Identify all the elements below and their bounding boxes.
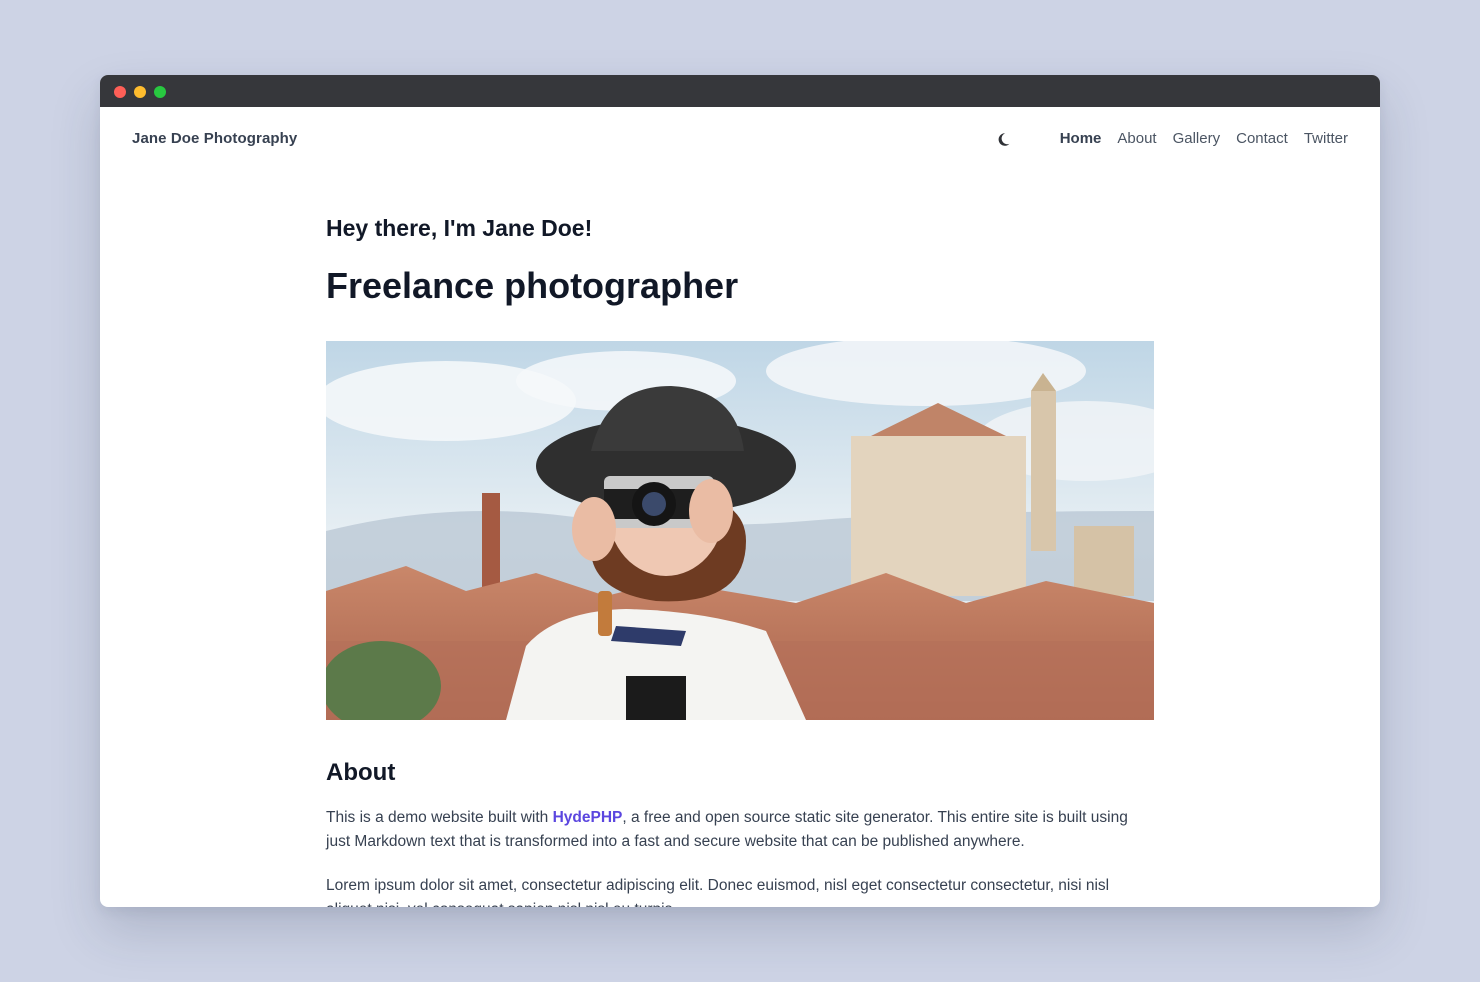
close-window-button[interactable]	[114, 86, 126, 98]
main-navigation: Home About Gallery Contact Twitter	[1060, 130, 1348, 147]
nav-link-twitter[interactable]: Twitter	[1304, 130, 1348, 147]
about-paragraph: This is a demo website built with HydePH…	[326, 806, 1154, 854]
about-section: About This is a demo website built with …	[326, 759, 1154, 907]
site-navbar: Jane Doe Photography Home About Gallery …	[100, 107, 1380, 173]
hero-photo	[326, 341, 1154, 720]
moon-icon	[998, 133, 1010, 146]
site-brand-link[interactable]: Jane Doe Photography	[132, 130, 297, 147]
maximize-window-button[interactable]	[154, 86, 166, 98]
nav-link-gallery[interactable]: Gallery	[1173, 130, 1221, 147]
lorem-paragraph: Lorem ipsum dolor sit amet, consectetur …	[326, 876, 1110, 907]
about-heading: About	[326, 759, 396, 786]
nav-link-about[interactable]: About	[1117, 130, 1156, 147]
nav-link-contact[interactable]: Contact	[1236, 130, 1288, 147]
minimize-window-button[interactable]	[134, 86, 146, 98]
hero-text: Hey there, I'm Jane Doe! Freelance photo…	[326, 215, 1154, 306]
browser-window: Jane Doe Photography Home About Gallery …	[100, 75, 1380, 907]
hydephp-link[interactable]: HydePHP	[553, 809, 623, 826]
nav-link-home[interactable]: Home	[1060, 130, 1102, 147]
theme-toggle-button[interactable]	[996, 130, 1016, 150]
page-title: Freelance photographer	[326, 264, 739, 306]
window-titlebar	[100, 75, 1380, 107]
about-text: This is a demo website built with	[326, 808, 553, 826]
greeting-heading: Hey there, I'm Jane Doe!	[326, 215, 593, 241]
